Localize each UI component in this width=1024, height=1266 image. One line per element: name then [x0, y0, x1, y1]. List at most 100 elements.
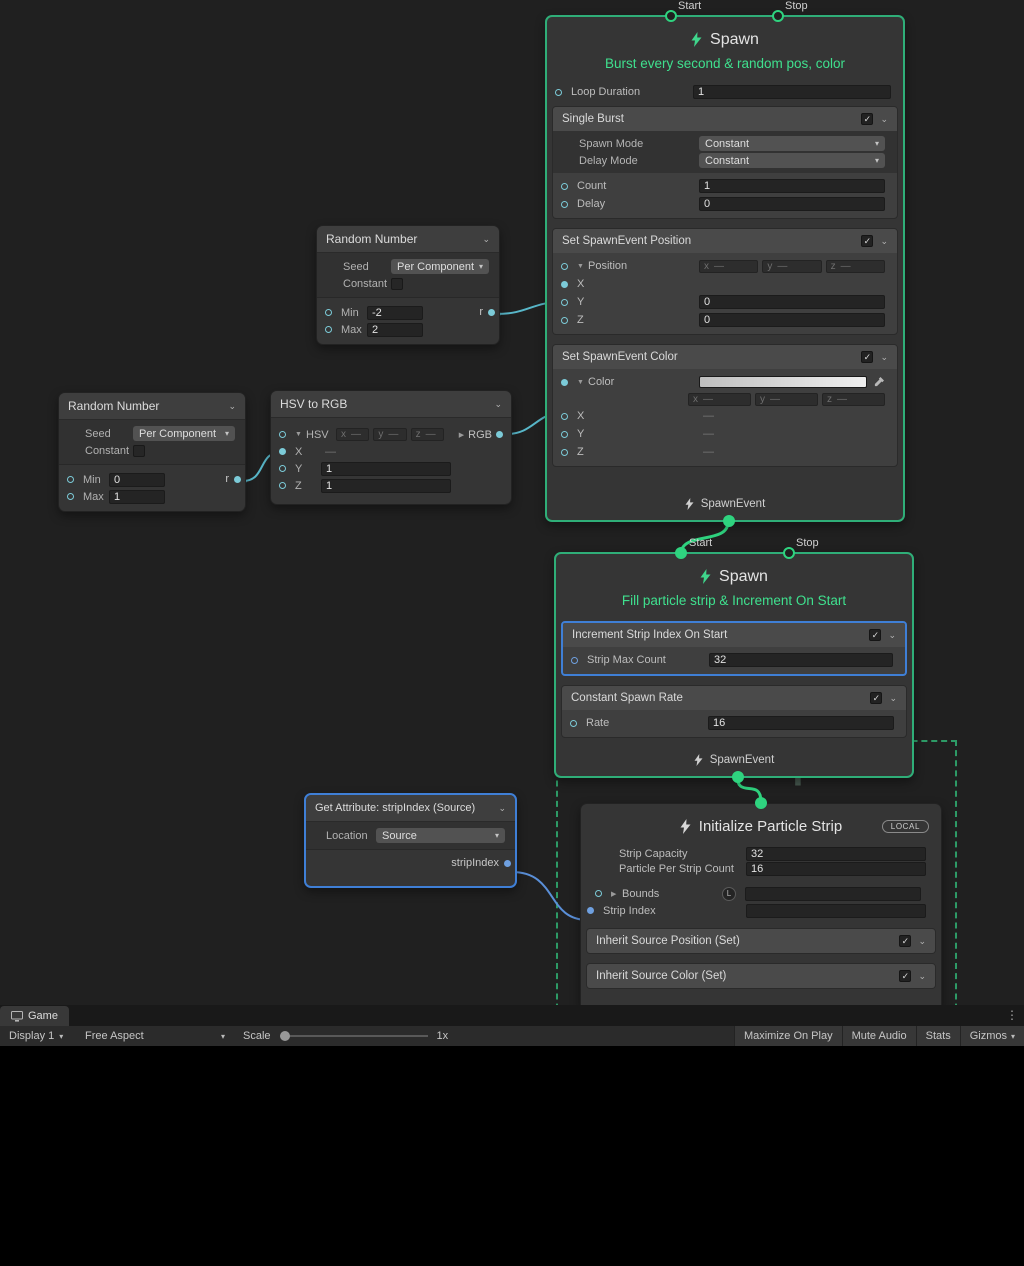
min-port[interactable]: [325, 309, 332, 316]
block-collapse-chevron-icon[interactable]: ⌄: [889, 693, 897, 704]
flow-port-start[interactable]: [665, 10, 677, 22]
color-x-port[interactable]: [561, 413, 568, 420]
block-enabled-checkbox[interactable]: ✓: [861, 113, 873, 125]
color-y-port[interactable]: [561, 431, 568, 438]
seed-dropdown[interactable]: Per Component▾: [391, 259, 489, 274]
block-header[interactable]: Set SpawnEvent Color ✓ ⌄: [553, 345, 897, 369]
hsv-z-field[interactable]: 1: [321, 479, 451, 493]
hsv-z-port[interactable]: [279, 482, 286, 489]
strip-index-field[interactable]: [746, 904, 926, 918]
tab-menu-icon[interactable]: ⋮: [1006, 1008, 1018, 1022]
max-field[interactable]: 2: [367, 323, 423, 337]
bounds-port[interactable]: [595, 890, 602, 897]
position-z-port[interactable]: [561, 317, 568, 324]
eyedropper-icon[interactable]: [873, 376, 885, 388]
rate-port[interactable]: [570, 720, 577, 727]
block-constant-spawn-rate[interactable]: Constant Spawn Rate ✓ ⌄ Rate 16: [561, 685, 907, 738]
min-port[interactable]: [67, 476, 74, 483]
get-attribute-node[interactable]: Get Attribute: stripIndex (Source) ⌄ Loc…: [304, 793, 517, 888]
block-enabled-checkbox[interactable]: ✓: [861, 351, 873, 363]
color-swatch-field[interactable]: [699, 376, 867, 388]
hsv-x-port[interactable]: [279, 448, 286, 455]
count-field[interactable]: 1: [699, 179, 885, 193]
delay-port[interactable]: [561, 201, 568, 208]
bounds-space-toggle[interactable]: L: [722, 887, 736, 901]
spawn-context-burst[interactable]: Start Stop Spawn Burst every second & ra…: [545, 15, 905, 522]
random-number-node-left[interactable]: Random Number ⌄ Seed Per Component▾ Cons…: [58, 392, 246, 512]
hsv-y-field[interactable]: 1: [321, 462, 451, 476]
collapse-chevron-icon[interactable]: ⌄: [494, 399, 502, 410]
max-field[interactable]: 1: [109, 490, 165, 504]
block-set-spawnevent-position[interactable]: Set SpawnEvent Position ✓ ⌄ ▼ Position x…: [552, 228, 898, 335]
block-enabled-checkbox[interactable]: ✓: [899, 935, 911, 947]
flow-port-stop[interactable]: [772, 10, 784, 22]
delay-field[interactable]: 0: [699, 197, 885, 211]
random-number-node-top[interactable]: Random Number ⌄ Seed Per Component▾ Cons…: [316, 225, 500, 345]
loop-duration-field[interactable]: 1: [693, 85, 891, 99]
location-dropdown[interactable]: Source▾: [376, 828, 505, 843]
node-header[interactable]: Get Attribute: stripIndex (Source) ⌄: [306, 795, 515, 822]
collapse-chevron-icon[interactable]: ⌄: [482, 234, 490, 245]
graph-canvas[interactable]: Particle Strip Start Stop Spawn Burst ev…: [0, 0, 1024, 1005]
initialize-particle-strip-context[interactable]: Initialize Particle Strip LOCAL Strip Ca…: [580, 803, 942, 1005]
position-y-port[interactable]: [561, 299, 568, 306]
rate-field[interactable]: 16: [708, 716, 894, 730]
block-header[interactable]: Increment Strip Index On Start ✓ ⌄: [563, 623, 905, 647]
position-x-port[interactable]: [561, 281, 568, 288]
bounds-field[interactable]: [745, 887, 921, 901]
rgb-output-port[interactable]: [496, 431, 503, 438]
block-inherit-source-position[interactable]: Inherit Source Position (Set) ✓ ⌄: [586, 928, 936, 954]
scale-slider-knob[interactable]: [280, 1031, 290, 1041]
min-field[interactable]: 0: [109, 473, 165, 487]
block-collapse-chevron-icon[interactable]: ⌄: [918, 936, 926, 947]
block-enabled-checkbox[interactable]: ✓: [870, 692, 882, 704]
block-collapse-chevron-icon[interactable]: ⌄: [888, 630, 896, 641]
particle-per-strip-count-field[interactable]: 16: [746, 862, 926, 876]
display-dropdown[interactable]: Display 1 ▾: [0, 1026, 76, 1046]
block-enabled-checkbox[interactable]: ✓: [861, 235, 873, 247]
block-single-burst[interactable]: Single Burst ✓ ⌄ Spawn Mode Constant▾ De…: [552, 106, 898, 219]
block-enabled-checkbox[interactable]: ✓: [869, 629, 881, 641]
strip-max-count-field[interactable]: 32: [709, 653, 893, 667]
block-header[interactable]: Set SpawnEvent Position ✓ ⌄: [553, 229, 897, 253]
color-z-port[interactable]: [561, 449, 568, 456]
block-enabled-checkbox[interactable]: ✓: [899, 970, 911, 982]
flow-port-start[interactable]: [675, 547, 687, 559]
block-collapse-chevron-icon[interactable]: ⌄: [880, 352, 888, 363]
max-port[interactable]: [67, 493, 74, 500]
mute-audio-button[interactable]: Mute Audio: [842, 1026, 916, 1046]
collapse-chevron-icon[interactable]: ⌄: [228, 401, 236, 412]
constant-checkbox[interactable]: [391, 278, 403, 290]
position-z-field[interactable]: 0: [699, 313, 885, 327]
gizmos-dropdown[interactable]: Gizmos▾: [960, 1026, 1024, 1046]
hsv-y-port[interactable]: [279, 465, 286, 472]
delay-mode-dropdown[interactable]: Constant▾: [699, 153, 885, 168]
block-header[interactable]: Constant Spawn Rate ✓ ⌄: [562, 686, 906, 710]
spawnevent-output-port[interactable]: [732, 771, 744, 783]
position-port[interactable]: [561, 263, 568, 270]
min-field[interactable]: -2: [367, 306, 423, 320]
block-set-spawnevent-color[interactable]: Set SpawnEvent Color ✓ ⌄ ▼ Color: [552, 344, 898, 467]
block-collapse-chevron-icon[interactable]: ⌄: [880, 236, 888, 247]
block-header[interactable]: Inherit Source Position (Set) ✓ ⌄: [587, 929, 935, 953]
block-collapse-chevron-icon[interactable]: ⌄: [918, 971, 926, 982]
strip-max-count-port[interactable]: [571, 657, 578, 664]
block-collapse-chevron-icon[interactable]: ⌄: [880, 114, 888, 125]
loop-duration-port[interactable]: [555, 89, 562, 96]
hsv-port[interactable]: [279, 431, 286, 438]
expand-right-icon[interactable]: ▶: [611, 890, 622, 898]
expand-down-icon[interactable]: ▼: [577, 263, 588, 270]
collapse-chevron-icon[interactable]: ⌄: [498, 803, 506, 814]
spawn-context-strip[interactable]: Start Stop Spawn Fill particle strip & I…: [554, 552, 914, 778]
expand-down-icon[interactable]: ▼: [577, 379, 588, 386]
node-header[interactable]: Random Number ⌄: [59, 393, 245, 420]
hsv-to-rgb-node[interactable]: HSV to RGB ⌄ ▼ HSV x— y— z— ▶ RGB: [270, 390, 512, 505]
count-port[interactable]: [561, 183, 568, 190]
color-port[interactable]: [561, 379, 568, 386]
local-space-badge[interactable]: LOCAL: [882, 820, 929, 833]
constant-checkbox[interactable]: [133, 445, 145, 457]
strip-capacity-field[interactable]: 32: [746, 847, 926, 861]
block-inherit-source-color[interactable]: Inherit Source Color (Set) ✓ ⌄: [586, 963, 936, 989]
stripindex-output-port[interactable]: [504, 860, 511, 867]
maximize-on-play-button[interactable]: Maximize On Play: [734, 1026, 842, 1046]
